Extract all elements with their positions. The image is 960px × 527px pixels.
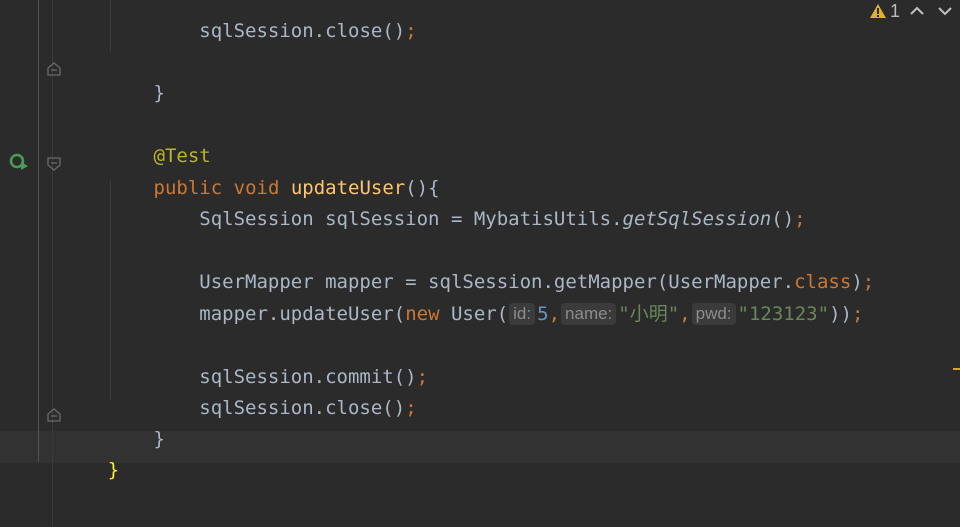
code-token: } <box>153 428 165 450</box>
matched-brace-token: } <box>107 459 120 481</box>
gutter-separator <box>52 0 53 527</box>
keyword-token: new <box>405 303 440 325</box>
code-token: close <box>325 20 383 42</box>
chevron-down-icon[interactable] <box>934 0 956 22</box>
code-token: ; <box>794 208 806 230</box>
code-line[interactable]: } <box>62 434 119 481</box>
code-line[interactable]: sqlSession.commit(); <box>62 341 428 388</box>
string-token: "小明" <box>618 303 680 325</box>
fold-start-icon[interactable] <box>47 157 61 171</box>
code-token: ; <box>405 397 417 419</box>
warning-triangle-icon <box>869 4 886 18</box>
chevron-up-icon[interactable] <box>906 0 928 22</box>
code-token: mapper.updateUser( <box>199 303 406 325</box>
code-token: , <box>679 303 691 325</box>
code-line[interactable]: mapper.updateUser(new User(id: 5, name: "小明… <box>62 278 863 325</box>
code-line[interactable]: UserMapper mapper = sqlSession.getMapper… <box>62 246 874 293</box>
code-line[interactable]: @Test <box>62 120 211 167</box>
code-line[interactable]: public void updateUser(){ <box>62 152 440 199</box>
warning-scroll-marker[interactable] <box>953 368 960 370</box>
editor-inspection-toolbar: 1 <box>869 0 960 22</box>
static-method-token: getSqlSession <box>622 208 772 230</box>
code-token: ; <box>416 366 429 388</box>
run-test-icon[interactable] <box>8 152 30 172</box>
code-token: , <box>548 303 561 325</box>
code-token: SqlSession sqlSession = MybatisUtils. <box>199 208 623 230</box>
code-line[interactable]: } <box>62 57 165 104</box>
code-token: User( <box>439 303 509 325</box>
code-token: ; <box>862 271 875 293</box>
string-token: "123123" <box>737 303 830 325</box>
fold-end-icon[interactable] <box>47 408 61 422</box>
code-token: ; <box>405 20 417 42</box>
parameter-hint: id: <box>509 303 536 325</box>
code-line[interactable]: SqlSession sqlSession = MybatisUtils.get… <box>62 183 805 230</box>
code-line[interactable]: sqlSession.close(); <box>62 0 416 42</box>
code-token: . <box>313 20 326 42</box>
parameter-hint: pwd: <box>691 303 736 325</box>
code-line[interactable]: } <box>62 403 165 450</box>
scope-indicator-line <box>38 0 39 462</box>
parameter-hint: name: <box>561 303 617 325</box>
fold-end-icon[interactable] <box>47 62 61 76</box>
code-token: sqlSession <box>199 20 314 42</box>
code-editor[interactable]: 1 sqlSession.close(); } @Test public voi… <box>0 0 960 527</box>
code-token: ; <box>851 303 864 325</box>
code-token: () <box>382 20 406 42</box>
code-token: () <box>771 208 795 230</box>
code-token: } <box>153 82 165 104</box>
warning-count: 1 <box>889 0 900 21</box>
warning-indicator[interactable]: 1 <box>869 1 900 22</box>
code-token: )) <box>829 303 852 325</box>
code-token: sqlSession.close() <box>199 397 406 419</box>
code-line[interactable]: sqlSession.close(); <box>62 372 416 419</box>
number-token: 5 <box>537 303 549 325</box>
